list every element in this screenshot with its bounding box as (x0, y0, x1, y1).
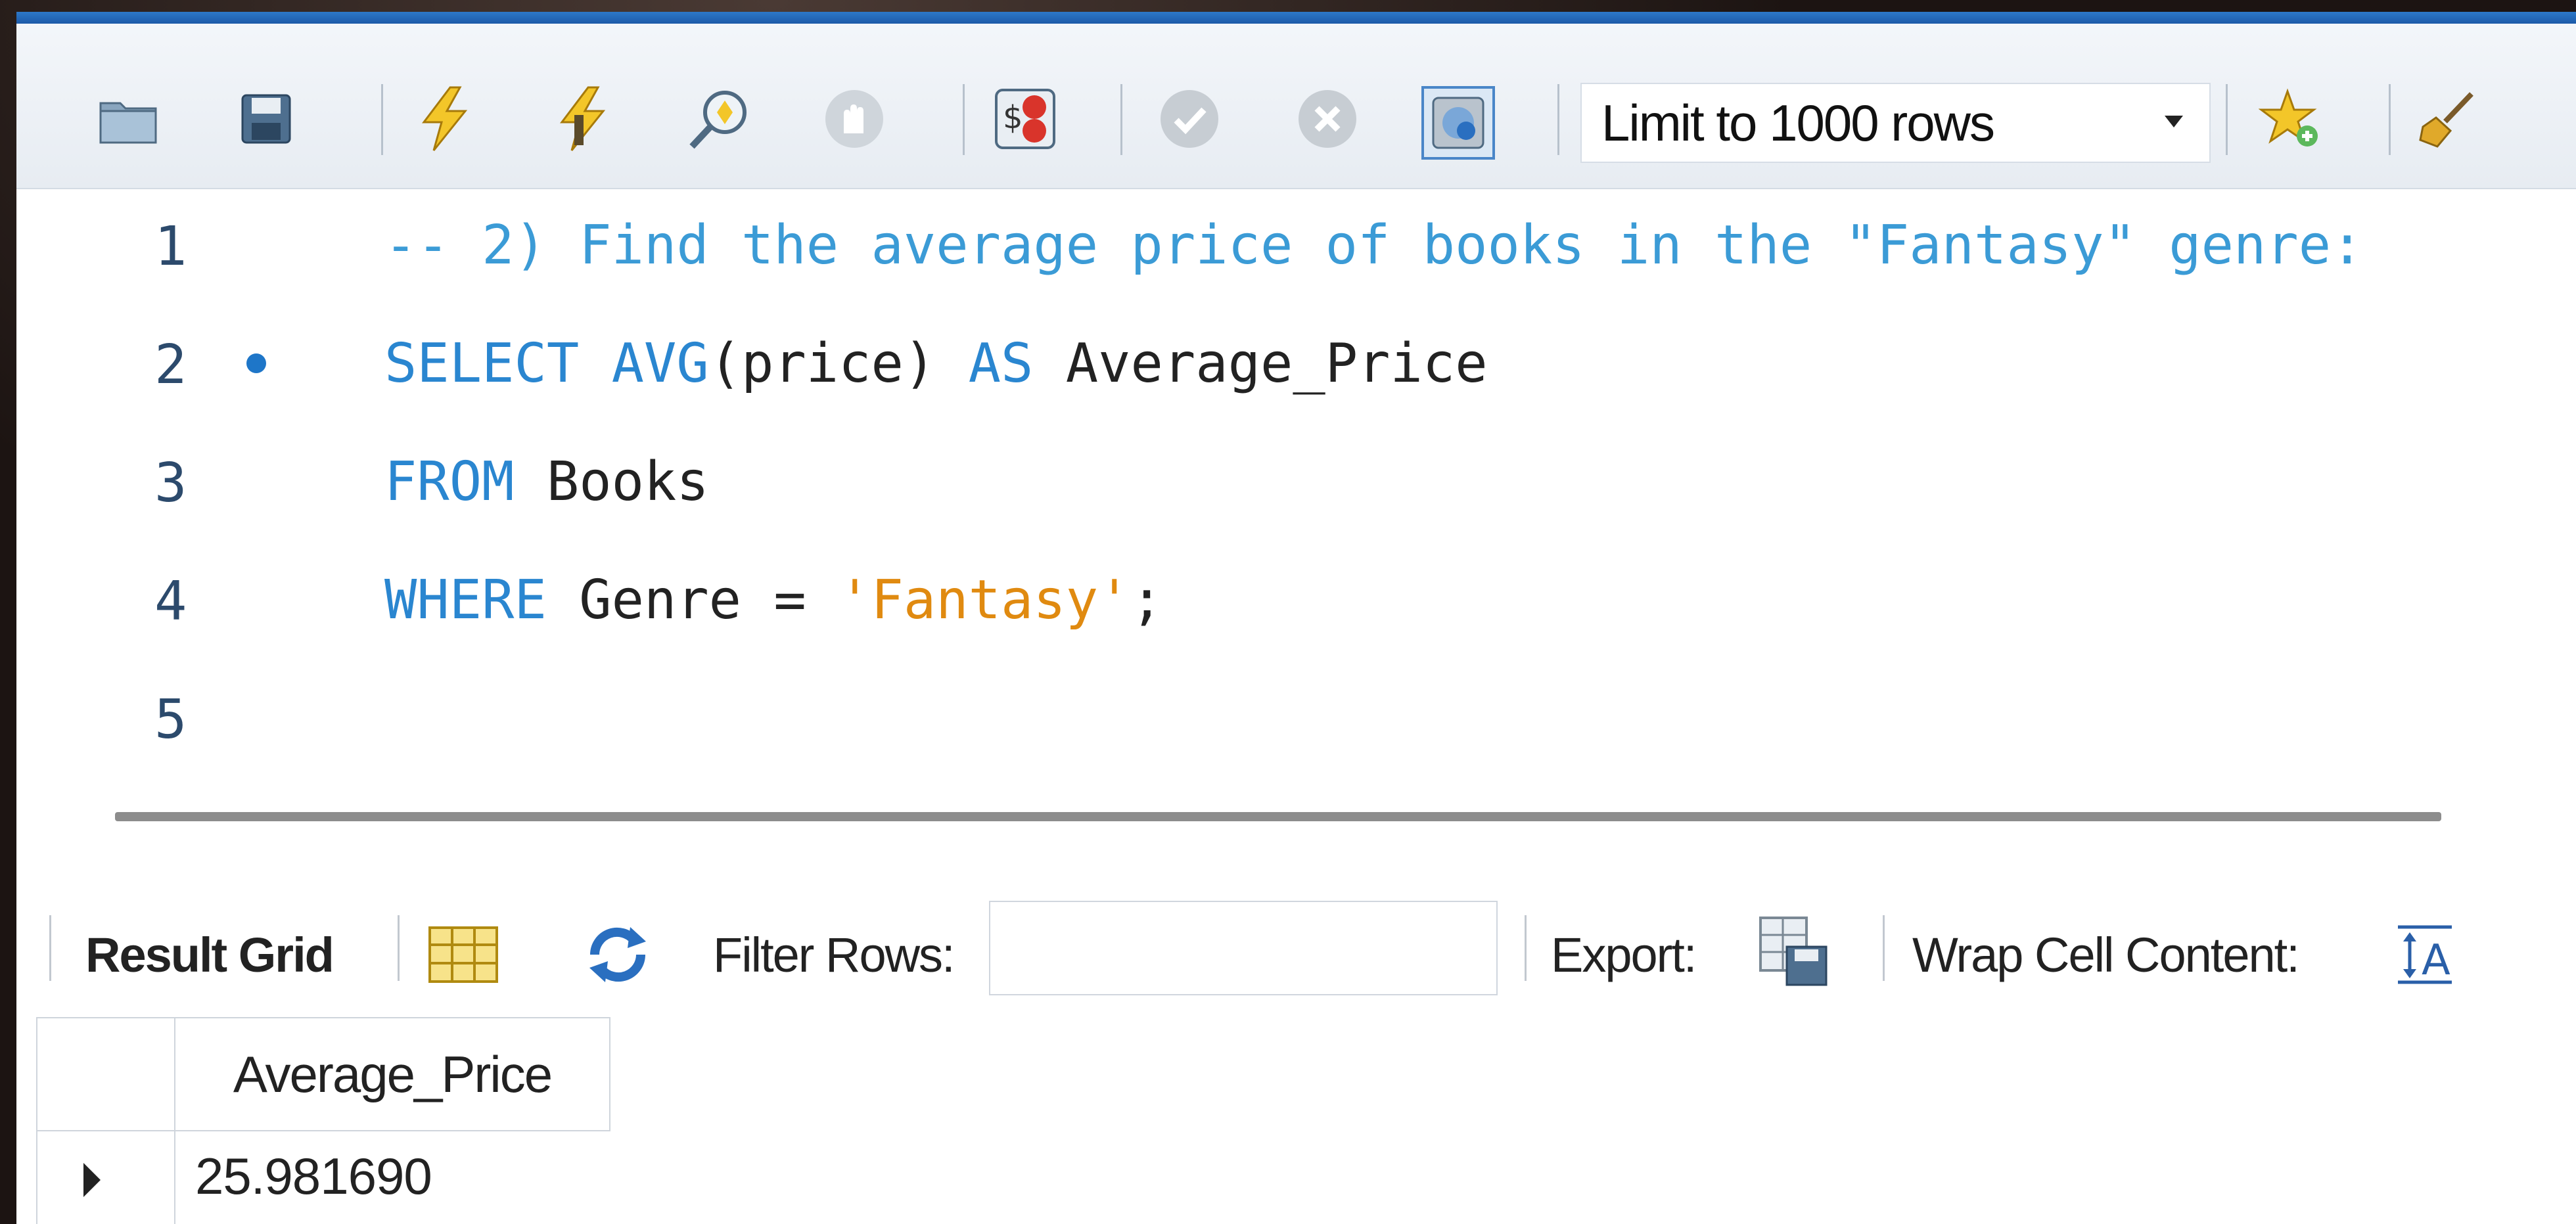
code-text: -- 2) Find the average price of books in… (384, 214, 2363, 277)
table-cell[interactable]: 25.981690 (174, 1130, 629, 1224)
result-toolbar: Result Grid Filter Rows: Export: Wrap Ce… (16, 895, 2576, 995)
tab-accent-bar (16, 12, 2576, 24)
beautify-icon[interactable] (2415, 86, 2481, 152)
add-snippet-icon[interactable] (2257, 86, 2323, 152)
code-text: SELECT AVG(price) AS Average_Price (384, 332, 1488, 395)
form-editor-icon[interactable] (427, 925, 499, 984)
toolbar-separator (963, 84, 965, 155)
svg-text:A: A (2422, 936, 2450, 985)
sql-keyword: SELECT (384, 332, 580, 395)
sql-editor-toolbar: $ Limit to 1000 rows (16, 24, 2576, 189)
code-text: FROM Books (384, 451, 709, 513)
sql-text: Books (514, 451, 709, 513)
code-text: WHERE Genre = 'Fantasy'; (384, 569, 1163, 631)
sql-editor[interactable]: 1 -- 2) Find the average price of books … (16, 189, 2576, 781)
sql-string: 'Fantasy' (839, 569, 1131, 631)
grid-corner-cell (36, 1017, 175, 1131)
toolbar-separator (1120, 84, 1122, 155)
sql-text: Average_Price (1033, 332, 1488, 395)
sql-keyword: AS (968, 332, 1034, 395)
result-grid: Average_Price 25.981690 (36, 1017, 628, 1224)
line-number: 4 (154, 570, 187, 633)
filter-rows-input[interactable] (989, 901, 1498, 995)
code-line: 3 FROM Books (16, 439, 2576, 531)
line-number: 1 (154, 215, 187, 278)
filter-rows-label: Filter Rows: (713, 928, 955, 982)
svg-text:$: $ (1003, 99, 1023, 136)
toolbar-separator (2389, 84, 2391, 155)
toolbar-separator (1525, 915, 1527, 981)
sql-keyword: FROM (384, 451, 515, 513)
limit-rows-select[interactable]: Limit to 1000 rows (1580, 83, 2211, 163)
code-line: 5 (16, 675, 2576, 767)
toolbar-separator (398, 915, 400, 981)
wrap-cell-icon[interactable]: A (2395, 922, 2454, 987)
result-grid-tab[interactable]: Result Grid (85, 927, 334, 983)
save-icon[interactable] (233, 86, 299, 152)
commit-icon[interactable] (1157, 86, 1222, 152)
sql-text: ; (1130, 569, 1163, 631)
line-number: 5 (154, 689, 187, 751)
toggle-errors-icon[interactable]: $ (992, 86, 1058, 152)
execute-current-icon[interactable] (549, 86, 614, 152)
panel-splitter[interactable] (115, 812, 2441, 821)
workbench-window: $ Limit to 1000 rows 1 -- 2) Find the av… (16, 12, 2576, 1224)
export-label: Export: (1551, 928, 1697, 982)
code-line: 1 -- 2) Find the average price of books … (16, 202, 2576, 294)
rollback-icon[interactable] (1295, 86, 1360, 152)
toolbar-separator (2226, 84, 2228, 155)
toolbar-separator (381, 84, 383, 155)
sql-keyword: WHERE (384, 569, 547, 631)
current-row-arrow-icon (83, 1163, 101, 1197)
wrap-cell-label: Wrap Cell Content: (1912, 928, 2300, 982)
chevron-down-icon[interactable] (2165, 116, 2183, 127)
auto-commit-icon[interactable] (1421, 86, 1495, 160)
row-marker[interactable] (36, 1130, 175, 1224)
toolbar-separator (1557, 84, 1559, 155)
refresh-icon[interactable] (582, 922, 654, 987)
sql-text: (price) (708, 332, 969, 395)
column-header[interactable]: Average_Price (174, 1017, 610, 1131)
sql-keyword: AVG (611, 332, 709, 395)
toolbar-separator (1883, 915, 1885, 981)
code-line: 4 WHERE Genre = 'Fantasy'; (16, 557, 2576, 649)
sql-text: Genre = (546, 569, 839, 631)
code-line: 2 SELECT AVG(price) AS Average_Price (16, 321, 2576, 413)
export-icon[interactable] (1758, 915, 1830, 987)
statement-marker-icon (246, 353, 266, 373)
toolbar-separator (49, 915, 51, 981)
stop-icon[interactable] (821, 86, 887, 152)
line-number: 3 (154, 452, 187, 514)
open-folder-icon[interactable] (95, 86, 161, 152)
execute-icon[interactable] (411, 86, 476, 152)
explain-icon[interactable] (687, 86, 752, 152)
limit-rows-value: Limit to 1000 rows (1601, 93, 1995, 152)
line-number: 2 (154, 334, 187, 396)
sql-comment: -- 2) Find the average price of books in… (384, 214, 2364, 277)
